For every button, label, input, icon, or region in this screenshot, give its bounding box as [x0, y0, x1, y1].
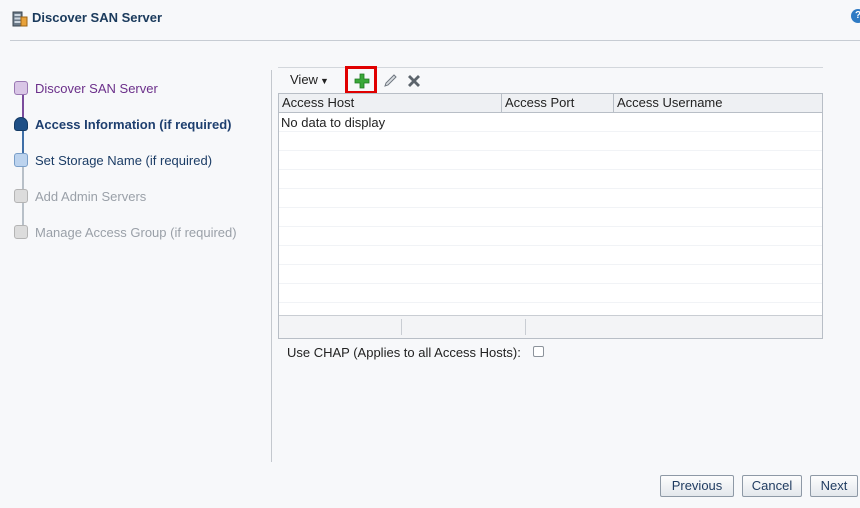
- footer-separator: [525, 319, 526, 335]
- delete-button[interactable]: [401, 69, 427, 93]
- view-menu-label: View: [290, 72, 318, 87]
- storage-server-icon: [12, 11, 28, 27]
- table-body: No data to display: [279, 113, 822, 315]
- step-disabled-icon: [14, 225, 28, 239]
- table-footer: [279, 315, 822, 338]
- previous-button[interactable]: Previous: [660, 475, 734, 497]
- step-next-icon: [14, 153, 28, 167]
- header-divider: [10, 40, 860, 41]
- table-header: Access Host Access Port Access Username: [279, 94, 822, 113]
- step-disabled-icon: [14, 189, 28, 203]
- train-step-label: Add Admin Servers: [35, 189, 147, 204]
- wizard-train: Discover SAN Server Access Information (…: [0, 64, 270, 264]
- view-menu[interactable]: View ▼: [290, 72, 329, 87]
- help-icon[interactable]: ?: [851, 9, 860, 23]
- access-hosts-table: Access Host Access Port Access Username …: [278, 93, 823, 339]
- use-chap-checkbox[interactable]: [533, 346, 544, 357]
- column-header-access-port[interactable]: Access Port: [501, 94, 613, 112]
- add-icon: [354, 73, 370, 89]
- train-step-label: Manage Access Group (if required): [35, 225, 237, 240]
- step-current-icon: [14, 117, 28, 131]
- add-button[interactable]: [345, 66, 377, 94]
- edit-icon: [384, 74, 397, 87]
- next-button[interactable]: Next: [810, 475, 858, 497]
- train-step-label: Set Storage Name (if required): [35, 153, 213, 168]
- chevron-down-icon: ▼: [319, 76, 329, 86]
- panel-splitter: [271, 70, 272, 462]
- use-chap-label: Use CHAP (Applies to all Access Hosts):: [287, 345, 521, 360]
- edit-button[interactable]: [377, 69, 403, 93]
- delete-icon: [408, 75, 420, 87]
- step-visited-icon: [14, 81, 28, 95]
- train-step-label: Discover SAN Server: [35, 81, 158, 96]
- cancel-button[interactable]: Cancel: [742, 475, 802, 497]
- column-header-access-username[interactable]: Access Username: [613, 94, 822, 112]
- footer-separator: [401, 319, 402, 335]
- empty-table-message: No data to display: [281, 115, 386, 130]
- train-step-label: Access Information (if required): [35, 117, 232, 132]
- column-header-access-host[interactable]: Access Host: [279, 94, 501, 112]
- dialog-header: Discover SAN Server ?: [0, 0, 860, 40]
- dialog-title: Discover SAN Server: [32, 10, 163, 25]
